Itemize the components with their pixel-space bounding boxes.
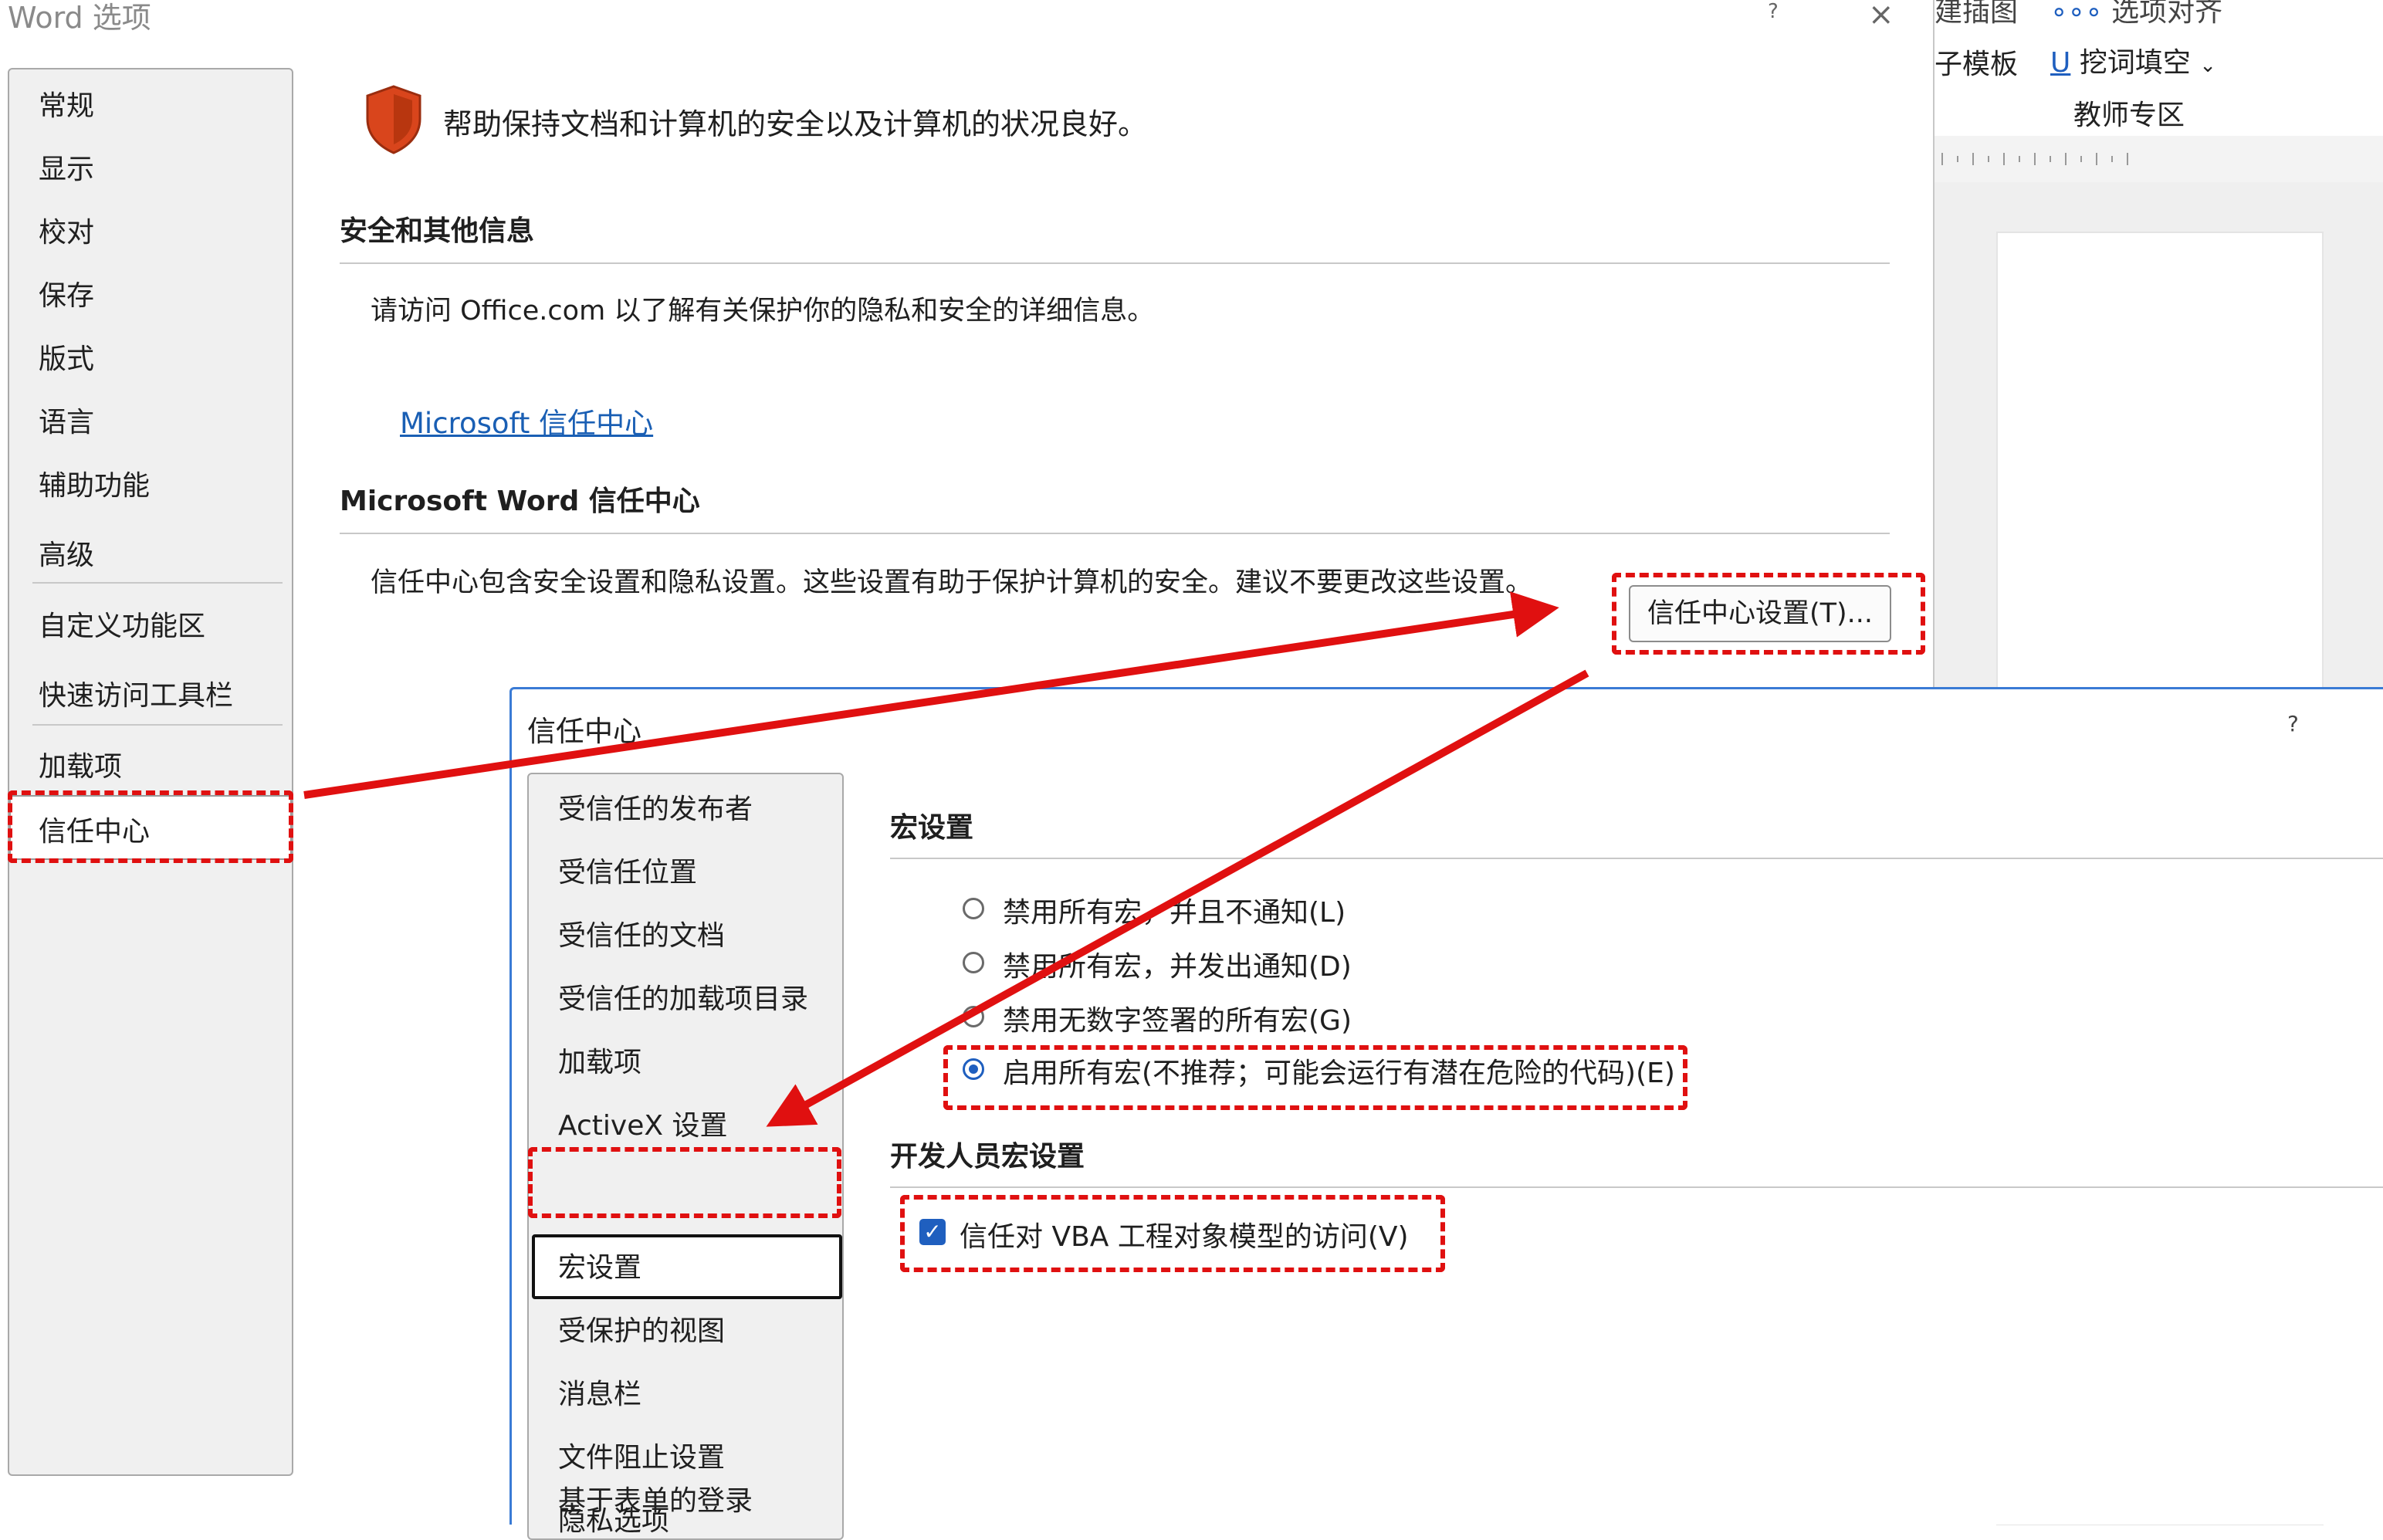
ribbon-item-template[interactable]: 子模板 xyxy=(1934,42,2018,82)
trust-center-description: 信任中心包含安全设置和隐私设置。这些设置有助于保护计算机的安全。建议不要更改这些… xyxy=(371,567,1533,598)
help-button[interactable]: ? xyxy=(2287,711,2299,736)
nav-divider xyxy=(32,582,283,584)
nav-item-addins[interactable]: 加载项 xyxy=(39,744,122,784)
nav-item-quick-access[interactable]: 快速访问工具栏 xyxy=(39,673,233,713)
tc-nav-protected-view[interactable]: 受保护的视图 xyxy=(558,1308,725,1349)
macro-settings-heading: 宏设置 xyxy=(890,812,974,844)
annotation-box-settings-button xyxy=(1612,573,1925,655)
nav-item-proofing[interactable]: 校对 xyxy=(39,210,94,250)
tc-nav-trusted-documents[interactable]: 受信任的文档 xyxy=(558,913,725,953)
divider xyxy=(890,858,2383,859)
tc-nav-addins[interactable]: 加载项 xyxy=(558,1040,641,1080)
divider xyxy=(340,533,1890,534)
nav-item-layout[interactable]: 版式 xyxy=(39,337,94,377)
help-button[interactable]: ? xyxy=(1768,0,1779,23)
nav-item-accessibility[interactable]: 辅助功能 xyxy=(39,463,150,503)
tc-nav-trusted-addin-catalogs[interactable]: 受信任的加载项目录 xyxy=(558,976,808,1017)
ribbon-group-label: 教师专区 xyxy=(2073,100,2185,131)
tc-nav-macro-settings[interactable]: 宏设置 xyxy=(558,1245,641,1285)
dialog-title: 信任中心 xyxy=(527,715,641,748)
annotation-box-vba-access xyxy=(900,1195,1445,1272)
section-heading-security: 安全和其他信息 xyxy=(340,215,535,247)
nav-item-display[interactable]: 显示 xyxy=(39,147,94,187)
ribbon-item-fill-blank[interactable]: U 挖词填空 ⌄ xyxy=(2050,40,2216,80)
tc-nav-message-bar[interactable]: 消息栏 xyxy=(558,1372,641,1412)
radio-label: 禁用所有宏，并且不通知(L) xyxy=(1003,897,1346,929)
divider xyxy=(340,262,1890,264)
chevron-down-icon: ⌄ xyxy=(2199,54,2217,77)
ribbon-band: 建插图 ∘∘∘ 选项对齐 子模板 U 挖词填空 ⌄ 教师专区 xyxy=(1934,0,2383,137)
nav-divider xyxy=(32,724,283,726)
radio-disable-notify[interactable] xyxy=(963,952,984,973)
radio-label: 禁用无数字签署的所有宏(G) xyxy=(1003,1005,1352,1037)
close-button[interactable]: × xyxy=(1868,0,1894,32)
microsoft-trust-center-link[interactable]: Microsoft 信任中心 xyxy=(400,400,653,442)
ribbon-cut-label-2: ∘∘∘ 选项对齐 xyxy=(2050,0,2222,29)
dots-icon: ∘∘∘ xyxy=(2050,0,2103,28)
nav-item-save[interactable]: 保存 xyxy=(39,273,94,313)
nav-item-general[interactable]: 常规 xyxy=(39,83,94,124)
annotation-box-trust-center-nav xyxy=(8,790,293,863)
intro-text: 帮助保持文档和计算机的安全以及计算机的状况良好。 xyxy=(443,107,1148,141)
developer-macro-heading: 开发人员宏设置 xyxy=(890,1141,1085,1173)
tc-nav-activex[interactable]: ActiveX 设置 xyxy=(558,1103,727,1143)
nav-item-customize-ribbon[interactable]: 自定义功能区 xyxy=(39,604,205,644)
tc-nav-form-signin[interactable]: 基于表单的登录 xyxy=(558,1478,753,1518)
ribbon-cut-label: 建插图 xyxy=(1934,0,2019,28)
radio-disable-unsigned[interactable] xyxy=(963,1006,984,1027)
dialog-title: Word 选项 xyxy=(8,1,151,35)
underline-icon: U xyxy=(2050,47,2071,79)
nav-item-advanced[interactable]: 高级 xyxy=(39,533,94,573)
tc-nav-file-block[interactable]: 文件阻止设置 xyxy=(558,1435,725,1475)
radio-label: 禁用所有宏，并发出通知(D) xyxy=(1003,951,1352,983)
radio-disable-no-notify[interactable] xyxy=(963,898,984,919)
shield-icon xyxy=(366,85,421,154)
ruler-ticks xyxy=(1941,153,2128,165)
tc-nav-trusted-locations[interactable]: 受信任位置 xyxy=(558,850,697,890)
annotation-box-macro-settings xyxy=(528,1147,841,1218)
divider xyxy=(890,1186,2383,1188)
ruler xyxy=(1934,136,2383,182)
section-heading-trust-center: Microsoft Word 信任中心 xyxy=(340,486,700,517)
options-nav: 常规 显示 校对 保存 版式 语言 辅助功能 高级 自定义功能区 快速访问工具栏… xyxy=(8,68,293,1476)
security-info-text: 请访问 Office.com 以了解有关保护你的隐私和安全的详细信息。 xyxy=(371,296,1155,327)
annotation-box-enable-all-macros xyxy=(943,1045,1687,1110)
tc-nav-trusted-publishers[interactable]: 受信任的发布者 xyxy=(558,787,753,827)
nav-item-language[interactable]: 语言 xyxy=(39,400,94,440)
